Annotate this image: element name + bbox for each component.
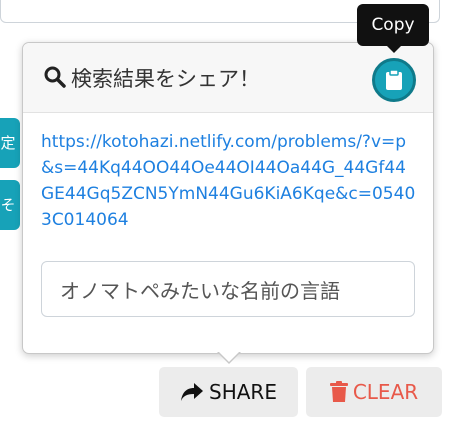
language-name-input[interactable] <box>41 261 415 317</box>
share-popover: 検索結果をシェア！ https://kotohazi.netlify.com/p… <box>22 42 434 354</box>
copy-tooltip-text: Copy <box>371 15 415 35</box>
share-arrow-icon <box>181 383 204 401</box>
side-tab-bottom-label: そ <box>0 196 16 214</box>
side-tab-bottom[interactable]: そ <box>0 180 20 230</box>
popover-title: 検索結果をシェア！ <box>71 67 260 91</box>
copy-tooltip-arrow <box>386 45 402 53</box>
popover-arrow <box>218 351 240 362</box>
share-button[interactable]: SHARE <box>159 367 298 417</box>
clear-button-label: CLEAR <box>352 380 419 404</box>
side-tab-top-label: 定 <box>0 134 16 152</box>
share-button-label: SHARE <box>209 380 277 404</box>
trash-icon <box>329 381 348 402</box>
clear-button[interactable]: CLEAR <box>306 367 442 417</box>
side-tab-top[interactable]: 定 <box>0 118 20 168</box>
copy-tooltip: Copy <box>357 4 429 46</box>
copy-button[interactable] <box>372 58 416 102</box>
clipboard-icon <box>386 69 402 90</box>
share-url-link[interactable]: https://kotohazi.netlify.com/problems/?v… <box>41 129 419 233</box>
popover-header: 検索結果をシェア！ <box>23 43 433 113</box>
search-icon <box>44 66 66 88</box>
